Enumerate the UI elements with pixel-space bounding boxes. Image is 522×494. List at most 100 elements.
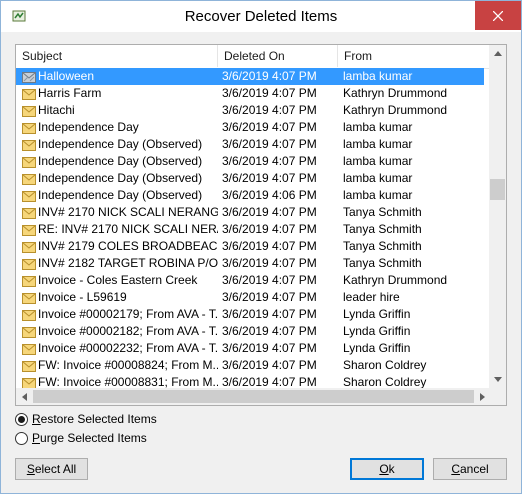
cell-subject: INV# 2182 TARGET ROBINA P/O ...: [38, 256, 218, 270]
deleted-items-list[interactable]: Subject Deleted On From Halloween 3/6/201…: [15, 44, 507, 406]
envelope-icon: [22, 207, 36, 219]
envelope-icon: [22, 122, 36, 134]
ok-button[interactable]: Ok: [350, 458, 424, 480]
recover-deleted-items-dialog: Recover Deleted Items Subject Deleted On…: [0, 0, 522, 494]
cell-deleted-on: 3/6/2019 4:07 PM: [222, 358, 317, 372]
cell-deleted-on: 3/6/2019 4:07 PM: [222, 324, 317, 338]
table-row[interactable]: Harris Farm 3/6/2019 4:07 PM Kathryn Drumm…: [16, 85, 491, 102]
cell-deleted-on: 3/6/2019 4:07 PM: [222, 171, 317, 185]
column-header-from[interactable]: From: [338, 45, 491, 67]
close-icon: [493, 10, 503, 21]
envelope-icon: [22, 156, 36, 168]
selected-envelope-icon: [22, 71, 36, 83]
cell-from: Lynda Griffin: [343, 324, 411, 338]
cell-subject: Independence Day (Observed): [38, 171, 203, 185]
table-row[interactable]: Independence Day (Observed) 3/6/2019 4:07…: [16, 170, 491, 187]
horizontal-scrollbar[interactable]: [16, 388, 491, 405]
restore-radio-button[interactable]: [15, 412, 28, 426]
purge-selected-items-option[interactable]: Purge Selected Items: [15, 430, 147, 446]
cell-subject: Hitachi: [38, 103, 75, 117]
table-row[interactable]: Hitachi 3/6/2019 4:07 PM Kathryn Drummond: [16, 102, 491, 119]
cell-subject: Invoice #00002232; From AVA - T...: [38, 341, 218, 355]
cell-deleted-on: 3/6/2019 4:06 PM: [222, 188, 317, 202]
table-row[interactable]: Independence Day (Observed) 3/6/2019 4:07…: [16, 136, 491, 153]
envelope-icon: [22, 343, 36, 355]
window-title: Recover Deleted Items: [184, 8, 338, 25]
table-row[interactable]: RE: INV# 2170 NICK SCALI NERA... 3/6/2019…: [16, 221, 491, 238]
column-header-subject[interactable]: Subject: [16, 45, 218, 67]
cell-subject: Invoice - L59619: [38, 290, 127, 304]
close-button[interactable]: [475, 1, 521, 30]
cell-deleted-on: 3/6/2019 4:07 PM: [222, 307, 317, 321]
cell-deleted-on: 3/6/2019 4:07 PM: [222, 341, 317, 355]
recover-app-icon: [12, 9, 26, 23]
list-rows: Halloween 3/6/2019 4:07 PM lamba kumar Harr…: [16, 68, 491, 392]
cell-from: lamba kumar: [343, 171, 413, 185]
cell-subject: Halloween: [38, 69, 95, 83]
select-all-button[interactable]: Select All: [15, 458, 88, 480]
column-header-deleted-on[interactable]: Deleted On: [218, 45, 338, 67]
table-row[interactable]: Invoice #00002182; From AVA - T... 3/6/20…: [16, 323, 491, 340]
table-row[interactable]: Halloween 3/6/2019 4:07 PM lamba kumar: [16, 68, 484, 85]
restore-selected-items-option[interactable]: Restore Selected Items: [15, 411, 157, 427]
scroll-left-arrow-icon[interactable]: [16, 388, 33, 405]
cell-from: Kathryn Drummond: [343, 86, 448, 100]
cell-subject: RE: INV# 2170 NICK SCALI NERA...: [38, 222, 218, 236]
cell-deleted-on: 3/6/2019 4:07 PM: [222, 273, 317, 287]
table-row[interactable]: Independence Day (Observed) 3/6/2019 4:06…: [16, 187, 491, 204]
scroll-up-arrow-icon[interactable]: [489, 45, 506, 62]
vertical-scrollbar[interactable]: [489, 45, 506, 388]
table-row[interactable]: FW: Invoice #00008824; From M... 3/6/2019…: [16, 357, 491, 374]
envelope-icon: [22, 360, 36, 372]
vertical-scroll-thumb[interactable]: [489, 179, 505, 200]
envelope-icon: [22, 173, 36, 185]
table-row[interactable]: Invoice - Coles Eastern Creek 3/6/2019 4:…: [16, 272, 491, 289]
cell-deleted-on: 3/6/2019 4:07 PM: [222, 69, 317, 83]
cell-from: Tanya Schmith: [343, 205, 422, 219]
cell-subject: Independence Day (Observed): [38, 154, 203, 168]
cell-from: Tanya Schmith: [343, 239, 422, 253]
cell-subject: FW: Invoice #00008824; From M...: [38, 358, 218, 372]
table-row[interactable]: Invoice #00002232; From AVA - T... 3/6/20…: [16, 340, 491, 357]
cell-deleted-on: 3/6/2019 4:07 PM: [222, 86, 317, 100]
cell-from: Kathryn Drummond: [343, 273, 448, 287]
list-header: Subject Deleted On From: [16, 45, 491, 69]
cell-from: lamba kumar: [343, 188, 413, 202]
cell-from: Sharon Coldrey: [343, 358, 427, 372]
envelope-icon: [22, 377, 36, 389]
horizontal-scroll-thumb[interactable]: [33, 390, 474, 403]
cell-subject: Invoice #00002179; From AVA - T...: [38, 307, 218, 321]
scrollbar-corner: [489, 388, 506, 405]
restore-option-label: Restore Selected Items: [32, 412, 157, 426]
purge-radio-button[interactable]: [15, 431, 28, 445]
title-bar[interactable]: Recover Deleted Items: [1, 1, 521, 32]
cell-from: lamba kumar: [343, 69, 413, 83]
cell-from: lamba kumar: [343, 154, 413, 168]
table-row[interactable]: INV# 2170 NICK SCALI NERANGB... 3/6/2019 …: [16, 204, 491, 221]
cell-deleted-on: 3/6/2019 4:07 PM: [222, 256, 317, 270]
cancel-button[interactable]: Cancel: [433, 458, 507, 480]
cell-from: Tanya Schmith: [343, 256, 422, 270]
table-row[interactable]: INV# 2182 TARGET ROBINA P/O ... 3/6/2019 …: [16, 255, 491, 272]
envelope-icon: [22, 105, 36, 117]
table-row[interactable]: Independence Day 3/6/2019 4:07 PM lamba ku…: [16, 119, 491, 136]
cell-deleted-on: 3/6/2019 4:07 PM: [222, 205, 317, 219]
cell-deleted-on: 3/6/2019 4:07 PM: [222, 120, 317, 134]
table-row[interactable]: INV# 2179 COLES BROADBEACH ... 3/6/2019 4…: [16, 238, 491, 255]
cell-subject: Independence Day (Observed): [38, 188, 203, 202]
envelope-icon: [22, 139, 36, 151]
cell-subject: Harris Farm: [38, 86, 102, 100]
envelope-icon: [22, 258, 36, 270]
cell-subject: Invoice - Coles Eastern Creek: [38, 273, 198, 287]
cell-deleted-on: 3/6/2019 4:07 PM: [222, 154, 317, 168]
cell-from: Lynda Griffin: [343, 307, 411, 321]
purge-option-label: Purge Selected Items: [32, 431, 147, 445]
table-row[interactable]: Invoice #00002179; From AVA - T... 3/6/20…: [16, 306, 491, 323]
cell-deleted-on: 3/6/2019 4:07 PM: [222, 222, 317, 236]
table-row[interactable]: Independence Day (Observed) 3/6/2019 4:07…: [16, 153, 491, 170]
envelope-icon: [22, 88, 36, 100]
scroll-down-arrow-icon[interactable]: [489, 371, 506, 388]
cell-deleted-on: 3/6/2019 4:07 PM: [222, 137, 317, 151]
table-row[interactable]: Invoice - L59619 3/6/2019 4:07 PM leader h…: [16, 289, 491, 306]
cell-subject: INV# 2179 COLES BROADBEACH ...: [38, 239, 218, 253]
